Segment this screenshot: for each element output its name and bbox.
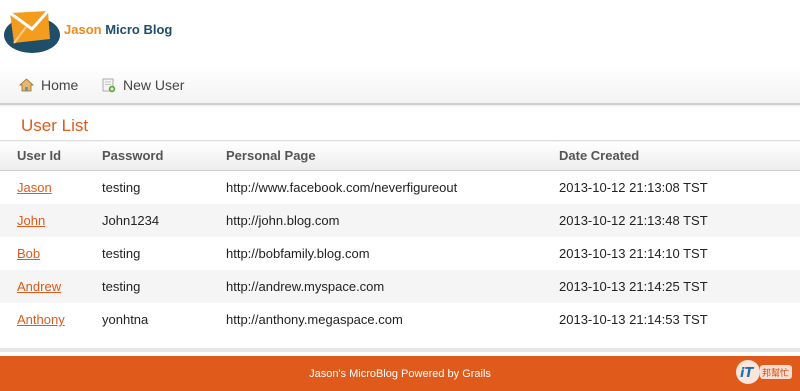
svg-text:iT: iT — [740, 366, 754, 381]
table-header-row: User Id Password Personal Page Date Crea… — [0, 140, 800, 171]
password-cell: testing — [102, 180, 141, 195]
personal-page-cell: http://john.blog.com — [226, 204, 559, 237]
brand-title[interactable]: Jason Micro Blog — [64, 22, 172, 37]
date-created-cell: 2013-10-13 21:14:53 TST — [559, 312, 708, 327]
user-id-cell: Bob — [0, 237, 102, 270]
new-user-icon — [102, 78, 116, 92]
table-row: Anthony yonhtna http://anthony.megaspace… — [0, 303, 800, 336]
password-cell: testing — [102, 270, 226, 303]
home-icon — [19, 78, 34, 92]
personal-page-cell: http://bobfamily.blog.com — [226, 246, 370, 261]
footer: Jason's MicroBlog Powered by Grails iT 邦… — [0, 356, 800, 391]
personal-page-cell: http://andrew.myspace.com — [226, 270, 559, 303]
personal-page-cell: http://anthony.megaspace.com — [226, 312, 403, 327]
personal-page-cell: http://www.facebook.com/neverfigureout — [226, 180, 458, 195]
brand-part-2: Micro Blog — [101, 22, 173, 37]
user-id-cell: Andrew — [0, 270, 102, 303]
user-id-cell: Jason — [0, 171, 102, 205]
nav-home-label: Home — [41, 77, 79, 93]
footer-text: Jason's MicroBlog Powered by Grails — [309, 367, 491, 380]
date-created-cell: 2013-10-13 21:14:10 TST — [559, 246, 708, 261]
password-cell: John1234 — [102, 204, 226, 237]
user-link[interactable]: Bob — [17, 246, 40, 261]
header: Jason Micro Blog — [0, 0, 800, 67]
nav-new-user[interactable]: New User — [102, 76, 184, 94]
nav-home[interactable]: Home — [19, 76, 78, 94]
column-header-personal-page[interactable]: Personal Page — [226, 140, 559, 171]
user-link[interactable]: John — [17, 213, 45, 228]
user-link[interactable]: Andrew — [17, 279, 61, 294]
table-row: Jason testing http://www.facebook.com/ne… — [0, 171, 800, 205]
column-header-date-created[interactable]: Date Created — [559, 140, 800, 171]
user-id-cell: Anthony — [0, 303, 102, 336]
page-title: User List — [21, 116, 89, 135]
date-created-cell: 2013-10-13 21:14:25 TST — [559, 270, 800, 303]
user-link[interactable]: Anthony — [17, 312, 65, 327]
table-row: John John1234 http://john.blog.com 2013-… — [0, 204, 800, 237]
date-created-cell: 2013-10-12 21:13:08 TST — [559, 180, 708, 195]
date-created-cell: 2013-10-12 21:13:48 TST — [559, 204, 800, 237]
envelope-icon — [4, 10, 60, 53]
top-nav: Home New User — [0, 66, 800, 105]
svg-text:邦幫忙: 邦幫忙 — [762, 367, 789, 379]
password-cell: testing — [102, 246, 141, 261]
password-cell: yonhtna — [102, 312, 149, 327]
user-table: User Id Password Personal Page Date Crea… — [0, 140, 800, 336]
nav-new-user-label: New User — [123, 77, 185, 93]
user-link[interactable]: Jason — [17, 180, 52, 195]
footer-divider — [0, 348, 800, 352]
ithome-watermark-logo: iT 邦幫忙 — [736, 360, 792, 384]
table-row: Bob testing http://bobfamily.blog.com 20… — [0, 237, 800, 270]
user-id-cell: John — [0, 204, 102, 237]
table-row: Andrew testing http://andrew.myspace.com… — [0, 270, 800, 303]
column-header-password[interactable]: Password — [102, 140, 226, 171]
brand-part-1: Jason — [64, 22, 102, 37]
user-table-wrap: User Id Password Personal Page Date Crea… — [0, 140, 800, 336]
column-header-user-id[interactable]: User Id — [0, 140, 102, 171]
